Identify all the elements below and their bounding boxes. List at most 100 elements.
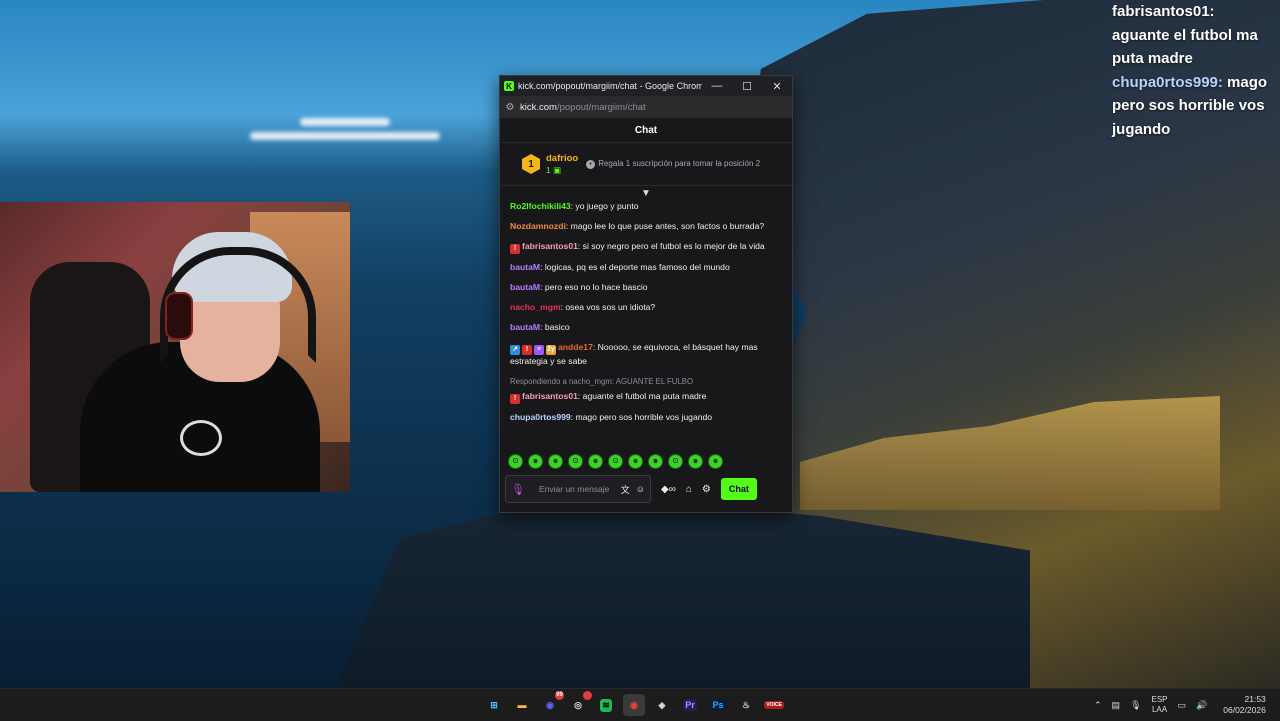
- steam-icon-glyph: ♨: [741, 699, 751, 710]
- chat-username[interactable]: nacho_mgm: [510, 302, 561, 312]
- chat-message-text: : yo juego y punto: [570, 201, 639, 211]
- emote-bar: ʘ ☻ ☻ ʘ ☻ ʘ ☻ ☻ ʘ ☻ ☻: [508, 454, 723, 469]
- show-hidden-icons-icon[interactable]: ⌃: [1094, 700, 1102, 711]
- kick-points-icon[interactable]: ◆∞: [661, 484, 676, 495]
- steam-icon[interactable]: ♨: [735, 694, 757, 716]
- chat-username[interactable]: andde17: [558, 342, 593, 352]
- user-badge-icon: !: [510, 394, 520, 404]
- collapse-chevron-icon[interactable]: ▼: [641, 188, 651, 199]
- user-badge-icon: !: [522, 345, 532, 355]
- chat-message[interactable]: nacho_mgm: osea vos sos un idiota?: [510, 301, 782, 314]
- gift-prompt[interactable]: + Regala 1 suscripción para tomar la pos…: [586, 159, 760, 169]
- chat-input-row: 🎙 Enviar un mensaje 文 ☺ ◆∞ ⌂ ⚙ Chat: [505, 475, 787, 503]
- voicemod-icon[interactable]: VOICE: [763, 694, 785, 716]
- reply-context: Respondiendo a nacho_mgm: AGUANTE EL FUL…: [510, 377, 694, 386]
- chat-input[interactable]: 🎙 Enviar un mensaje 文 ☺: [505, 475, 651, 503]
- store-icon[interactable]: ⌂: [686, 484, 692, 495]
- clock[interactable]: 21:53 06/02/2026: [1223, 694, 1266, 716]
- chat-username[interactable]: Ro2lfochikili43: [510, 201, 571, 211]
- gift-prompt-text: Regala 1 suscripción para tomar la posic…: [598, 159, 761, 168]
- chrome-popup-window[interactable]: K kick.com/popout/margiim/chat - Google …: [499, 75, 793, 513]
- chat-message[interactable]: Ro2lfochikili43: yo juego y punto: [510, 200, 782, 213]
- photoshop-icon-glyph: Ps: [710, 699, 726, 711]
- windows-start-icon[interactable]: ⊞: [483, 694, 505, 716]
- app-icon[interactable]: ◈: [651, 694, 673, 716]
- window-titlebar[interactable]: K kick.com/popout/margiim/chat - Google …: [500, 76, 792, 96]
- shirt-logo-icon: [180, 420, 222, 456]
- chat-message[interactable]: bautaM: basico: [510, 321, 782, 334]
- chat-message-text: : logicas, pq es el deporte mas famoso d…: [540, 262, 730, 272]
- address-bar[interactable]: ⚙ kick.com/popout/margiim/chat: [500, 96, 792, 118]
- minimize-button[interactable]: —: [702, 80, 732, 92]
- lang-code: ESP: [1151, 695, 1168, 704]
- wallpaper-cloud: [300, 118, 390, 126]
- volume-icon[interactable]: 🔊: [1196, 700, 1207, 711]
- chat-message[interactable]: Respondiendo a nacho_mgm: AGUANTE EL FUL…: [510, 375, 782, 404]
- network-icon[interactable]: ▭: [1178, 700, 1187, 711]
- chat-message[interactable]: Nozdamnozdi: mago lee lo que puse antes,…: [510, 220, 782, 233]
- user-badge-icon: !: [510, 244, 520, 254]
- maximize-button[interactable]: ☐: [732, 80, 762, 93]
- overlay-chat-text: jugando: [1112, 120, 1171, 138]
- notification-badge: [583, 691, 592, 700]
- emote-icon[interactable]: ʘ: [608, 454, 623, 469]
- microphone-icon[interactable]: 🎙: [511, 483, 525, 496]
- chat-username[interactable]: Nozdamnozdi: [510, 221, 566, 231]
- chat-username[interactable]: bautaM: [510, 262, 540, 272]
- emote-icon[interactable]: ☻: [628, 454, 643, 469]
- obs-icon[interactable]: ◎: [567, 691, 592, 716]
- chat-message[interactable]: ↗! ≡ 2y andde17: Nooooo, se equivoca, el bá…: [510, 341, 782, 368]
- chat-username[interactable]: chupa0rtos999: [510, 412, 571, 422]
- site-info-icon[interactable]: ⚙: [500, 102, 520, 113]
- chat-messages: Ro2lfochikili43: yo juego y punto Nozdamn…: [500, 200, 792, 444]
- windows-start-icon-glyph: ⊞: [490, 699, 498, 710]
- tray-app-icon[interactable]: ▤: [1112, 700, 1121, 711]
- emote-icon[interactable]: ☻: [548, 454, 563, 469]
- discord-icon[interactable]: ◉ 99: [539, 691, 564, 716]
- emote-icon[interactable]: ☻: [688, 454, 703, 469]
- top-gifter-name[interactable]: dafrioo: [546, 153, 578, 165]
- chat-message-text: : aguante el futbol ma puta madre: [577, 391, 707, 401]
- send-chat-button[interactable]: Chat: [720, 478, 757, 500]
- chrome-icon[interactable]: ◉: [623, 694, 645, 716]
- emote-icon[interactable]: ☻: [528, 454, 543, 469]
- chat-message[interactable]: ! fabrisantos01: si soy negro pero el fut…: [510, 240, 782, 254]
- chat-tools: ◆∞ ⌂ ⚙: [661, 484, 711, 495]
- clock-date: 06/02/2026: [1223, 705, 1266, 715]
- overlay-chat-line: aguante el futbol ma: [1112, 24, 1280, 48]
- chat-username[interactable]: bautaM: [510, 282, 540, 292]
- close-button[interactable]: ✕: [762, 80, 792, 93]
- top-gifter-banner[interactable]: 1 dafrioo 1 ▣ + Regala 1 suscripción par…: [500, 143, 792, 186]
- premiere-icon[interactable]: Pr: [679, 694, 701, 716]
- obs-icon-glyph: ◎: [574, 699, 582, 710]
- user-badge-icon: ≡: [534, 345, 544, 355]
- microphone-tray-icon[interactable]: 🎙: [1130, 700, 1141, 711]
- chat-message-text: : osea vos sos un idiota?: [560, 302, 656, 312]
- emote-icon[interactable]: ʘ: [508, 454, 523, 469]
- emote-icon[interactable]: ʘ: [668, 454, 683, 469]
- chat-username[interactable]: fabrisantos01: [522, 241, 578, 251]
- file-explorer-icon[interactable]: ▬: [511, 694, 533, 716]
- translate-icon[interactable]: 文: [621, 483, 630, 496]
- emoji-icon[interactable]: ☺: [636, 484, 645, 494]
- emote-icon[interactable]: ʘ: [568, 454, 583, 469]
- chat-message[interactable]: chupa0rtos999: mago pero sos horrible vo…: [510, 411, 782, 424]
- chat-message[interactable]: bautaM: pero eso no lo hace bascio: [510, 281, 782, 294]
- emote-icon[interactable]: ☻: [588, 454, 603, 469]
- chat-message-text: : mago lee lo que puse antes, son factos…: [565, 221, 765, 231]
- spotify-icon[interactable]: ≋: [595, 694, 617, 716]
- chat-username[interactable]: fabrisantos01: [522, 391, 578, 401]
- voicemod-icon-glyph: VOICE: [764, 701, 784, 709]
- settings-gear-icon[interactable]: ⚙: [702, 484, 711, 495]
- top-gifter-count: 1 ▣: [546, 164, 562, 175]
- emote-icon[interactable]: ☻: [708, 454, 723, 469]
- user-badge-icon: ↗: [510, 345, 520, 355]
- file-explorer-icon-glyph: ▬: [517, 700, 527, 710]
- chat-message-text: : mago pero sos horrible vos jugando: [570, 412, 713, 422]
- emote-icon[interactable]: ☻: [648, 454, 663, 469]
- input-language[interactable]: ESP LAA: [1152, 695, 1168, 715]
- photoshop-icon[interactable]: Ps: [707, 694, 729, 716]
- chat-username[interactable]: bautaM: [510, 322, 540, 332]
- overlay-chat-text: aguante el futbol ma: [1112, 26, 1258, 44]
- chat-message[interactable]: bautaM: logicas, pq es el deporte mas fa…: [510, 261, 782, 274]
